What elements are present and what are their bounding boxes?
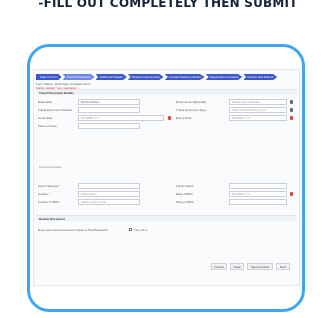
step-review-submit[interactable]: Review and Submit — [243, 74, 278, 80]
calendar-icon[interactable] — [168, 116, 171, 120]
expiry-date-field[interactable]: DD-MMM-YYYY — [229, 115, 287, 121]
nationality-label: Nationality — [38, 100, 53, 104]
expiry-date-label: Expiry Date — [176, 116, 192, 120]
nationality-field[interactable]: BANGLADESH — [78, 99, 140, 105]
travel-document-type-field[interactable]: Select a travel document type — [229, 107, 287, 113]
step-passport-documents[interactable]: Passport Documents — [127, 74, 164, 80]
step-registration-contacts[interactable]: Registration Contacts — [205, 74, 243, 80]
documents-nationality-field[interactable]: Please select nationality — [229, 99, 287, 105]
document-icon[interactable] — [290, 100, 293, 104]
family-name-label: Family Name — [176, 184, 194, 188]
issue-date-field[interactable]: DD-MMM-YYYY — [78, 115, 164, 121]
next-button[interactable]: Next — [276, 263, 290, 270]
place-of-issue-field[interactable] — [78, 123, 140, 129]
section-review-document: Review Document — [36, 215, 297, 221]
document-icon[interactable] — [290, 108, 293, 112]
family-name-field[interactable] — [229, 183, 287, 189]
gender-label: Gender * — [38, 192, 51, 196]
issue-date-label: Issue Date — [38, 116, 53, 120]
date-of-birth-field[interactable]: DD-MMM-YYYY — [229, 191, 287, 197]
travel-document-number-field[interactable] — [78, 107, 140, 113]
documents-nationality-label: Document's Nationality — [176, 100, 207, 104]
progress-steps: Start of Form Travel Information Additio… — [36, 74, 278, 80]
section-travel-document: Travel Document Details — [36, 89, 297, 95]
place-of-birth-field[interactable] — [229, 199, 287, 205]
country-of-birth-label: Country of Birth — [38, 200, 59, 204]
given-names-field[interactable] — [78, 183, 140, 189]
step-start[interactable]: Start of Form — [36, 74, 62, 80]
thai-passport-checkbox-label: Yes, tick it — [134, 228, 148, 232]
step-travel-information[interactable]: Travel Information — [62, 74, 95, 80]
travel-document-type-label: Travel Document Type — [176, 108, 207, 112]
clear-button[interactable]: Clear — [230, 263, 244, 270]
save-and-exit-button[interactable]: Save and Exit — [247, 263, 273, 270]
step-contact-address[interactable]: Contact Address Details — [164, 74, 205, 80]
date-of-birth-label: Date of Birth — [176, 192, 193, 196]
given-names-label: Given Name(s) * — [38, 184, 61, 188]
calendar-icon[interactable] — [290, 116, 293, 120]
country-of-birth-select[interactable]: Select country of birth — [78, 199, 140, 205]
instruction-heading: -FILL OUT COMPLETELY THEN SUBMIT — [38, 0, 298, 10]
cancel-button[interactable]: Cancel — [211, 263, 227, 270]
place-of-birth-label: Place of Birth — [176, 200, 194, 204]
place-of-issue-label: Place of Issue — [38, 124, 57, 128]
gender-select[interactable]: Please select — [78, 191, 140, 197]
review-question: Does your travel document contain a Thai… — [38, 228, 108, 232]
section-applicant: Applicant Details — [39, 165, 62, 169]
step-additional-details[interactable]: Additional Details — [95, 74, 127, 80]
calendar-icon[interactable] — [290, 192, 293, 196]
thai-passport-checkbox[interactable] — [129, 228, 132, 231]
visa-application-form: Start of Form Travel Information Additio… — [33, 69, 300, 286]
travel-document-number-label: Travel Document Number — [38, 108, 73, 112]
